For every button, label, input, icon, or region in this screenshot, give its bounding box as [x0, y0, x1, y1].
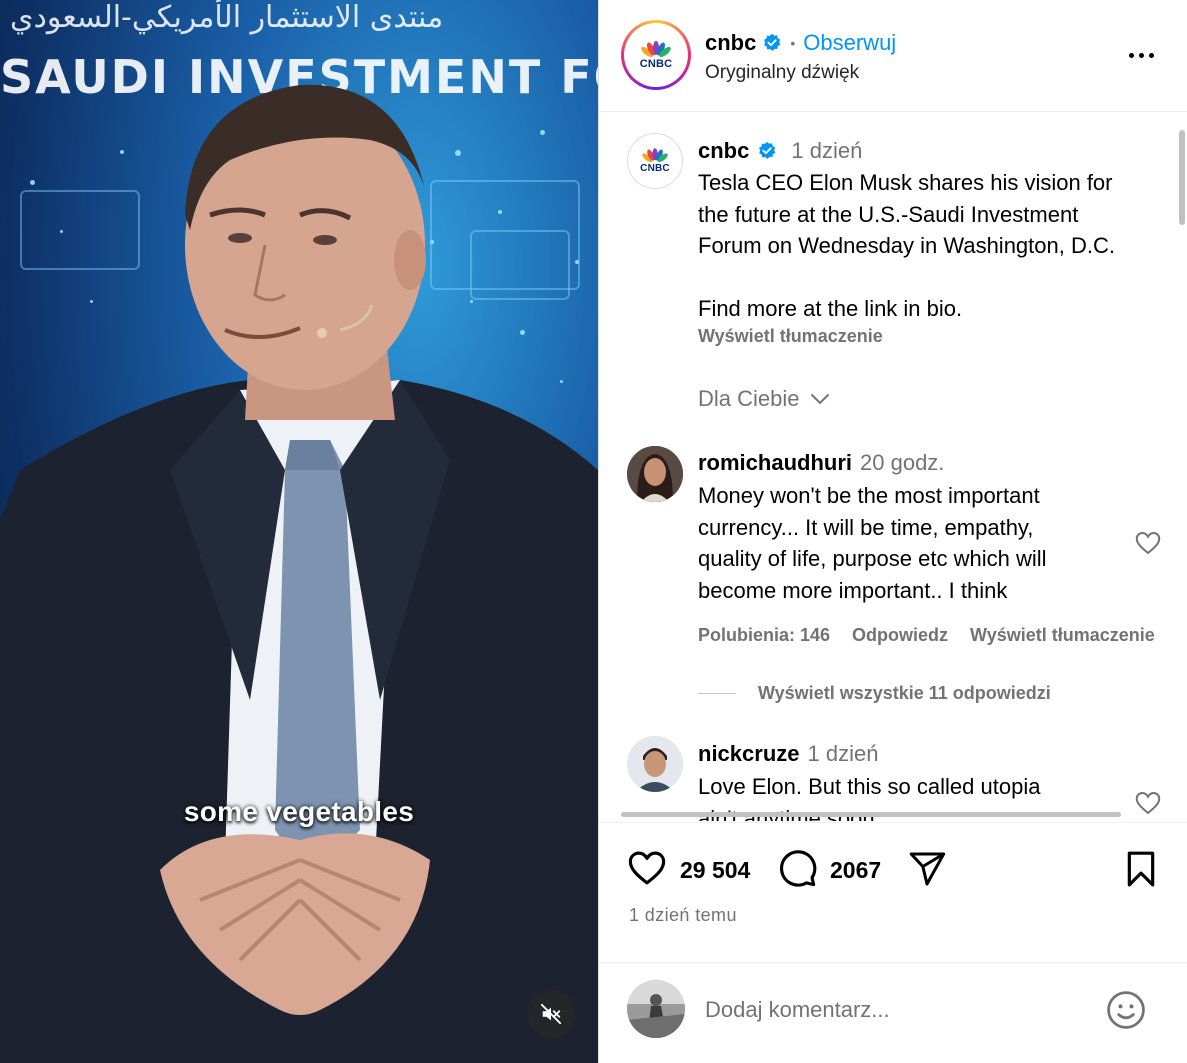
chevron-down-icon [810, 394, 829, 405]
post-header: CNBC cnbc • Obserwuj Oryginalny dźwięk [599, 0, 1187, 112]
author-avatar[interactable]: CNBC [621, 20, 691, 90]
caption-line: Forum on Wednesday in Washington, D.C. [698, 233, 1115, 258]
comment-line: become more important.. I think [698, 577, 1008, 603]
comment-time[interactable]: 1 dzień [808, 741, 879, 767]
caption-text: Tesla CEO Elon Musk shares his vision fo… [698, 167, 1168, 324]
header-separator: • [790, 35, 796, 51]
comments-count[interactable]: 2067 [830, 857, 881, 884]
reel-video[interactable]: منتدى الاستثمار الأمريكي-السعودي SAUDI I… [0, 0, 598, 1063]
post-date[interactable]: 1 dzień temu [629, 905, 737, 926]
cnbc-logo-text: CNBC [639, 57, 673, 70]
cnbc-logo-text: CNBC [640, 163, 670, 174]
comment-line: Money won't be the most important [698, 483, 1040, 508]
caption-username[interactable]: cnbc [698, 138, 749, 164]
peacock-icon [641, 40, 671, 57]
author-username[interactable]: cnbc [705, 30, 756, 56]
caption-author-avatar[interactable]: CNBC [627, 133, 683, 189]
likes-count[interactable]: 29 504 [680, 857, 750, 884]
comment-like-heart-icon[interactable] [1133, 788, 1163, 818]
comment-text: Money won't be the most important curren… [698, 480, 1118, 606]
more-dots-icon [1128, 52, 1134, 58]
like-heart-icon[interactable] [625, 847, 669, 889]
more-options-button[interactable] [1123, 40, 1159, 70]
cnbc-logo: CNBC [640, 148, 670, 174]
comment-reply-button[interactable]: Odpowiedz [852, 625, 948, 646]
comment-username[interactable]: romichaudhuri [698, 450, 852, 476]
comment-likes[interactable]: Polubienia: 146 [698, 625, 830, 646]
comment-input[interactable] [705, 993, 1085, 1027]
comment-translate-link[interactable]: Wyświetl tłumaczenie [970, 625, 1155, 646]
peacock-icon [642, 148, 668, 163]
cnbc-logo: CNBC [639, 40, 673, 70]
post-side-panel: CNBC cnbc • Obserwuj Oryginalny dźwięk C… [598, 0, 1187, 1063]
original-audio-link[interactable]: Oryginalny dźwięk [705, 62, 859, 84]
view-replies-button[interactable]: Wyświetl wszystkie 11 odpowiedzi [698, 683, 1051, 704]
profile-photo [627, 736, 683, 792]
comments-sort-dropdown[interactable]: Dla Ciebie [698, 386, 830, 412]
speaker-figure [0, 84, 598, 1063]
comments-list[interactable]: CNBC cnbc 1 dzień Tesla CEO Elon Musk sh… [599, 113, 1187, 821]
view-replies-label: Wyświetl wszystkie 11 odpowiedzi [758, 683, 1051, 703]
horizontal-scrollbar[interactable] [621, 812, 1121, 817]
comment-username[interactable]: nickcruze [698, 741, 800, 767]
post-actions-bar: 29 504 2067 1 dzień temu [599, 822, 1187, 962]
current-user-avatar [627, 980, 685, 1038]
commenter-avatar[interactable] [627, 736, 683, 792]
comment-line: currency... It will be time, empathy, [698, 514, 1034, 540]
caption-translate-link[interactable]: Wyświetl tłumaczenie [698, 326, 883, 347]
verified-badge-icon [759, 141, 776, 159]
share-paper-plane-icon[interactable] [905, 849, 949, 889]
caption-line: Find more at the link in bio. [698, 295, 963, 321]
mute-toggle-button[interactable] [527, 990, 575, 1038]
caption-line: Tesla CEO Elon Musk shares his vision fo… [698, 170, 1113, 195]
add-comment-bar [599, 962, 1187, 1063]
commenter-avatar[interactable] [627, 446, 683, 502]
comment-bubble-icon[interactable] [775, 847, 819, 889]
save-bookmark-icon[interactable] [1121, 849, 1161, 889]
verified-badge-icon [764, 33, 781, 51]
emoji-picker-icon[interactable] [1104, 988, 1148, 1032]
replies-divider [698, 693, 736, 694]
vertical-scrollbar[interactable] [1179, 130, 1185, 225]
follow-button[interactable]: Obserwuj [803, 30, 896, 56]
profile-photo [627, 980, 685, 1038]
sort-label: Dla Ciebie [698, 386, 800, 411]
profile-photo [627, 446, 683, 502]
video-subtitle: some vegetables [183, 796, 415, 827]
comment-line: quality of life, purpose etc which will [698, 546, 1047, 571]
comment-like-heart-icon[interactable] [1133, 528, 1163, 558]
speaker-muted-icon [540, 1003, 562, 1025]
comment-line: Love Elon. But this so called utopia [698, 774, 1041, 799]
caption-line: the future at the U.S.-Saudi Investment [698, 201, 1079, 227]
caption-time[interactable]: 1 dzień [791, 138, 862, 164]
comment-time[interactable]: 20 godz. [860, 450, 944, 476]
